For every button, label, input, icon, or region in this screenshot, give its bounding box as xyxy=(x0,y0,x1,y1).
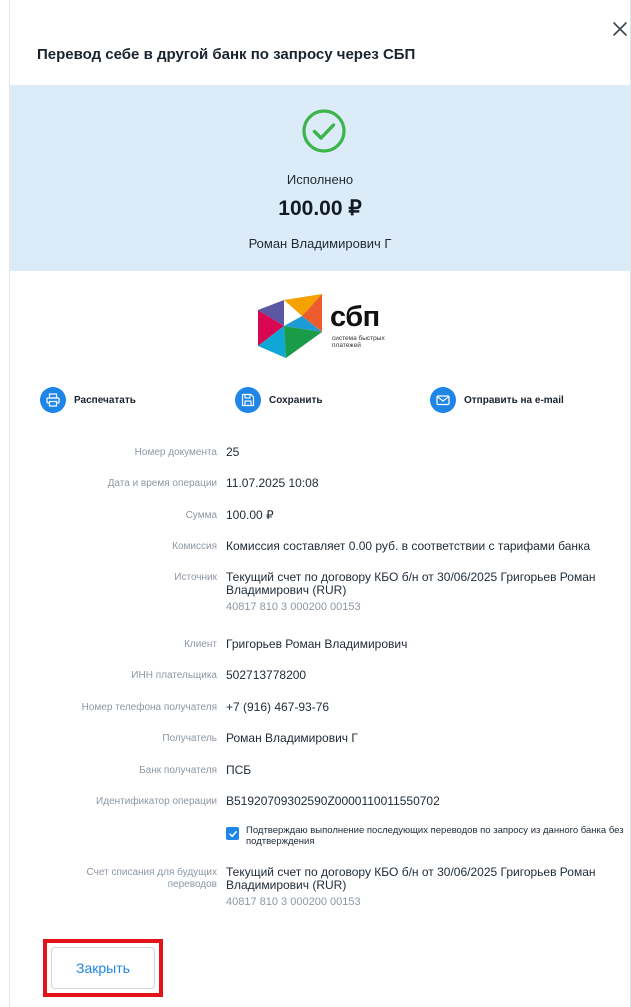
sbp-logo-word: сбп xyxy=(330,301,380,333)
page: Перевод себе в другой банк по запросу че… xyxy=(0,0,631,1007)
save-label: Сохранить xyxy=(269,394,323,406)
sbp-logo-subtitle: система быстрых платежей xyxy=(332,335,412,349)
detail-value: +7 (916) 467-93-76 xyxy=(226,700,330,714)
detail-label: Номер документа xyxy=(134,447,217,458)
modal-title: Перевод себе в другой банк по запросу че… xyxy=(37,46,416,63)
print-button[interactable]: Распечатать xyxy=(40,387,136,413)
future-account-number: 40817 810 3 000200 00153 xyxy=(226,896,361,908)
transfer-details-modal: Перевод себе в другой банк по запросу че… xyxy=(9,0,631,1007)
confirm-label: Подтверждаю выполнение последующих перев… xyxy=(246,825,624,847)
transfer-amount: 100.00 ₽ xyxy=(278,197,362,220)
detail-label: Дата и время операции xyxy=(107,478,217,489)
detail-value: 11.07.2025 10:08 xyxy=(226,476,319,490)
detail-value: ПСБ xyxy=(226,763,252,777)
future-account-name: Текущий счет по договору КБО б/н от 30/0… xyxy=(226,865,596,892)
detail-value: Григорьев Роман Владимирович xyxy=(226,637,408,651)
detail-value: 502713778200 xyxy=(226,668,307,682)
sbp-subtitle-line-1: система быстрых xyxy=(332,335,385,342)
close-button-highlight: Закрыть xyxy=(43,939,163,997)
floppy-disk-icon xyxy=(235,387,261,413)
detail-label: Сумма xyxy=(185,510,217,521)
detail-label: Номер телефона получателя xyxy=(81,702,217,713)
detail-value: Комиссия составляет 0.00 руб. в соответс… xyxy=(226,539,591,553)
detail-label: ИНН плательщика xyxy=(131,670,217,681)
recipient-short-name: Роман Владимирович Г xyxy=(248,236,392,251)
detail-value: 25 xyxy=(226,445,240,459)
confirm-future-transfers-checkbox[interactable]: Подтверждаю выполнение последующих перев… xyxy=(226,825,624,851)
detail-label: Получатель xyxy=(162,733,217,744)
detail-label: Клиент xyxy=(184,639,217,650)
detail-label: Банк получателя xyxy=(139,765,217,776)
status-label: Исполнено xyxy=(286,172,354,187)
detail-label: Идентификатор операции xyxy=(96,796,217,807)
envelope-icon xyxy=(430,387,456,413)
detail-value: Роман Владимирович Г xyxy=(226,731,358,745)
success-check-icon xyxy=(302,109,346,153)
detail-value: 100.00 ₽ xyxy=(226,508,274,522)
detail-label: Счет списания для будущих переводов xyxy=(86,867,217,890)
sbp-subtitle-line-2: платежей xyxy=(332,342,361,349)
close-icon[interactable] xyxy=(611,20,629,38)
detail-label: Источник xyxy=(174,572,217,583)
email-button[interactable]: Отправить на e-mail xyxy=(430,387,564,413)
close-button[interactable]: Закрыть xyxy=(51,947,155,989)
printer-icon xyxy=(40,387,66,413)
detail-value: B51920709302590Z0000110011550702 xyxy=(226,794,440,808)
save-button[interactable]: Сохранить xyxy=(235,387,323,413)
print-label: Распечатать xyxy=(74,394,136,406)
detail-value: Текущий счет по договору КБО б/н от 30/0… xyxy=(226,571,626,614)
checkbox-checked-icon[interactable] xyxy=(226,827,239,840)
email-label: Отправить на e-mail xyxy=(464,394,564,406)
detail-value: Текущий счет по договору КБО б/н от 30/0… xyxy=(226,866,626,909)
detail-label: Комиссия xyxy=(172,541,217,552)
source-account-name: Текущий счет по договору КБО б/н от 30/0… xyxy=(226,570,596,597)
source-account-number: 40817 810 3 000200 00153 xyxy=(226,601,361,613)
